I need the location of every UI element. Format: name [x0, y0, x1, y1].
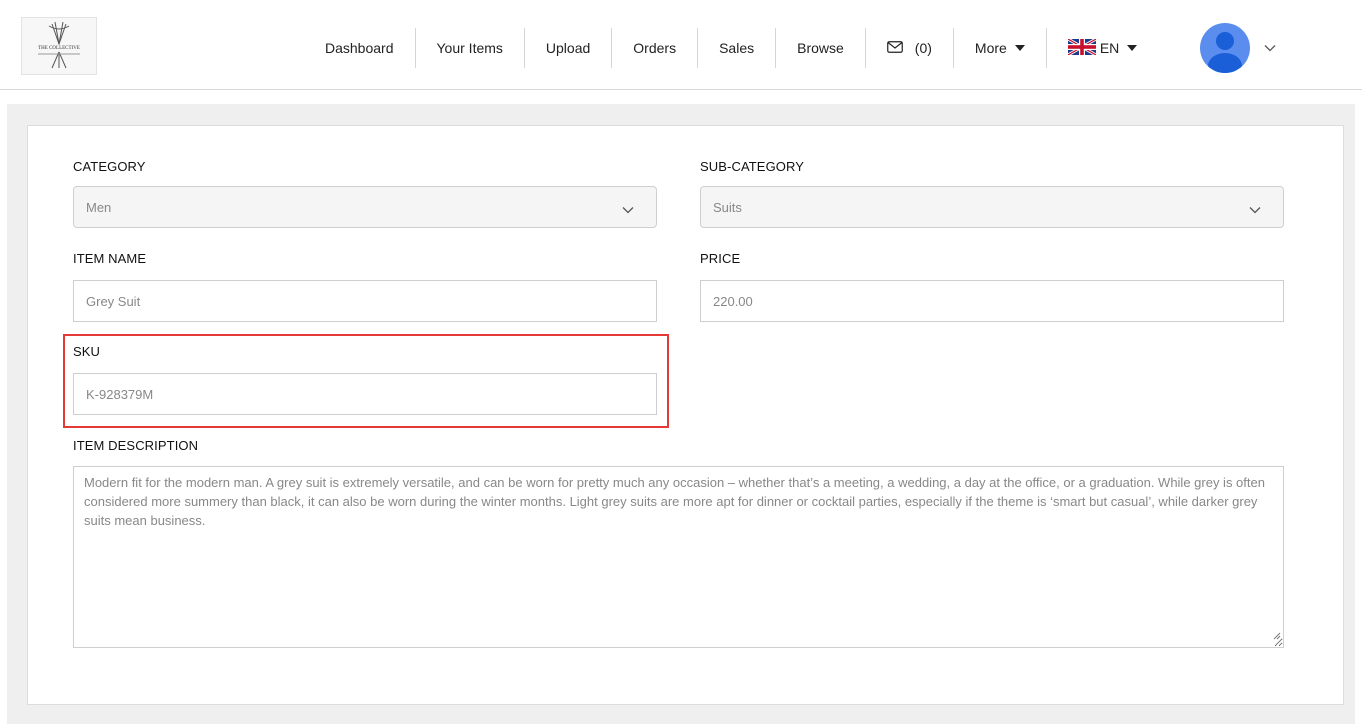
nav-orders[interactable]: Orders — [612, 28, 699, 68]
more-label: More — [974, 40, 1007, 56]
messages-count: (0) — [914, 40, 932, 56]
uk-flag-icon — [1067, 37, 1097, 58]
caret-down-icon — [1014, 45, 1025, 51]
price-input[interactable]: 220.00 — [700, 280, 1284, 322]
category-label: CATEGORY — [73, 159, 146, 174]
avatar-icon — [1200, 23, 1250, 73]
sub-category-select[interactable]: Suits — [700, 186, 1284, 228]
item-name-label: ITEM NAME — [73, 251, 147, 266]
chevron-down-icon — [1249, 202, 1261, 217]
sku-input[interactable]: K-928379M — [73, 373, 657, 415]
chevron-down-icon — [1264, 39, 1276, 57]
category-value: Men — [86, 199, 112, 215]
nav-upload[interactable]: Upload — [525, 28, 613, 68]
item-name-value: Grey Suit — [86, 293, 141, 309]
sub-category-label: SUB-CATEGORY — [700, 159, 805, 174]
nav-label: Orders — [633, 40, 677, 56]
nav-label: Upload — [545, 40, 591, 56]
brand-logo[interactable]: THE COLLECTIVE — [21, 17, 97, 75]
main-nav: Dashboard Your Items Upload Orders Sales… — [304, 28, 1158, 68]
category-select[interactable]: Men — [73, 186, 657, 228]
nav-sales[interactable]: Sales — [698, 28, 777, 68]
item-description-label: ITEM DESCRIPTION — [73, 438, 199, 453]
resize-grip-icon[interactable] — [1271, 626, 1281, 645]
nav-your-items[interactable]: Your Items — [416, 28, 525, 68]
item-description-textarea[interactable]: Modern fit for the modern man. A grey su… — [73, 466, 1284, 648]
nav-label: Dashboard — [325, 40, 394, 56]
language-selector[interactable]: EN — [1047, 28, 1158, 68]
sub-category-value: Suits — [713, 199, 742, 215]
sku-value: K-928379M — [86, 386, 154, 402]
nav-more-dropdown[interactable]: More — [954, 28, 1047, 68]
nav-browse[interactable]: Browse — [776, 28, 866, 68]
price-label: PRICE — [700, 251, 741, 266]
item-name-input[interactable]: Grey Suit — [73, 280, 657, 322]
chevron-down-icon — [622, 202, 634, 217]
nav-dashboard[interactable]: Dashboard — [304, 28, 416, 68]
item-description-value: Modern fit for the modern man. A grey su… — [84, 475, 1265, 528]
top-header: THE COLLECTIVE Dashboard Your Items Uplo… — [0, 0, 1362, 90]
price-value: 220.00 — [713, 293, 753, 309]
nav-label: Browse — [797, 40, 844, 56]
mail-icon — [886, 40, 903, 56]
logo-graphic: THE COLLECTIVE — [38, 21, 80, 69]
logo-text: THE COLLECTIVE — [38, 46, 80, 51]
nav-label: Your Items — [436, 40, 503, 56]
sku-label: SKU — [73, 344, 101, 359]
language-label: EN — [1099, 40, 1120, 56]
user-menu[interactable] — [1200, 23, 1276, 73]
nav-label: Sales — [719, 40, 755, 56]
nav-messages[interactable]: (0) — [866, 28, 954, 68]
caret-down-icon — [1127, 45, 1138, 51]
